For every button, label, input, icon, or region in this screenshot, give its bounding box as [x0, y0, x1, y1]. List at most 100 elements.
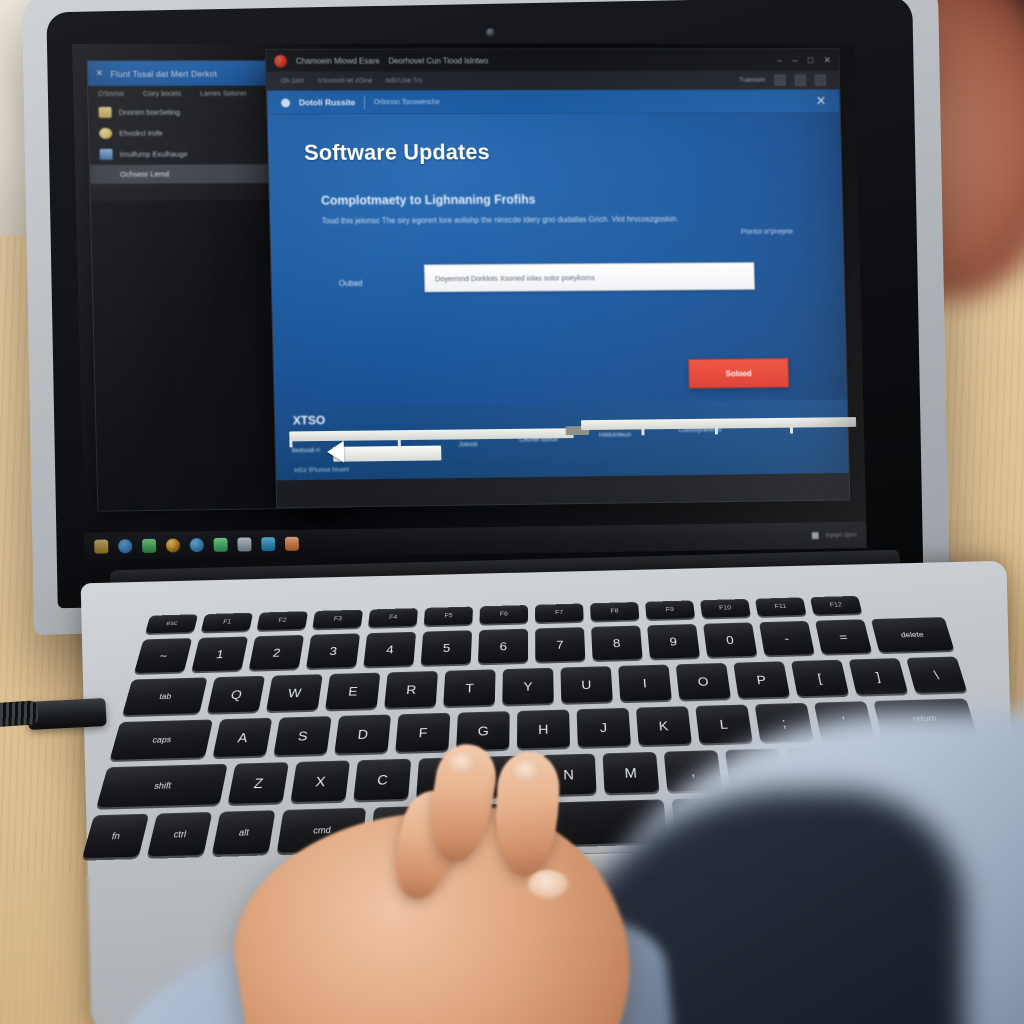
key-cmd-left[interactable]: cmd — [276, 807, 367, 853]
key-v[interactable]: V — [416, 757, 473, 799]
key-i[interactable]: I — [618, 664, 672, 702]
notes-icon[interactable] — [141, 538, 157, 553]
key-2[interactable]: 2 — [248, 634, 305, 670]
close-button[interactable]: ✕ — [824, 55, 831, 66]
key-l[interactable]: L — [695, 704, 753, 744]
maximize-button[interactable]: □ — [808, 55, 813, 66]
key-6[interactable]: 6 — [477, 628, 529, 664]
key-a[interactable]: A — [212, 717, 273, 758]
key-tab[interactable]: tab — [122, 677, 208, 716]
key-f9[interactable]: F9 — [644, 600, 696, 620]
file-explorer-icon[interactable] — [94, 539, 109, 554]
media-icon[interactable] — [165, 537, 181, 553]
key-5[interactable]: 5 — [420, 630, 473, 666]
app-toolbar[interactable]: Oh-1ùm Is'kontorti let zOinø bdD'Lbat Tr… — [266, 70, 840, 91]
key-fn[interactable]: fn — [82, 813, 150, 859]
key-period[interactable]: . — [724, 748, 786, 790]
menu-item-2[interactable]: Lames Sotonel — [200, 91, 246, 98]
key-f6[interactable]: F6 — [479, 605, 529, 625]
key-m[interactable]: M — [602, 751, 660, 794]
key-j[interactable]: J — [576, 707, 631, 747]
key-t[interactable]: T — [443, 669, 496, 707]
toolbar-item-0[interactable]: Oh-1ùm — [281, 78, 304, 85]
key-f[interactable]: F — [395, 712, 451, 753]
key-ctrl[interactable]: ctrl — [146, 811, 213, 857]
option-link[interactable]: Pointol or'pnejete — [741, 229, 793, 236]
key-d[interactable]: D — [334, 714, 392, 754]
key-4[interactable]: 4 — [363, 631, 417, 667]
key-k[interactable]: K — [635, 706, 692, 746]
primary-action-button[interactable]: Soloed — [688, 358, 790, 389]
toolbar-item-1[interactable]: Is'kontorti let zOinø — [318, 77, 373, 84]
key-delete[interactable]: delete — [870, 617, 955, 653]
key-r[interactable]: R — [384, 670, 438, 708]
key-backslash[interactable]: \ — [906, 656, 968, 694]
key-equals[interactable]: = — [814, 619, 873, 654]
key-alt-right[interactable]: alt — [762, 795, 826, 840]
key-f2[interactable]: F2 — [256, 611, 309, 631]
key-7[interactable]: 7 — [535, 627, 586, 662]
key-s[interactable]: S — [273, 716, 332, 756]
key-u[interactable]: U — [560, 666, 613, 703]
folder-icon[interactable] — [284, 536, 300, 551]
key-comma[interactable]: , — [663, 750, 723, 792]
key-f1[interactable]: F1 — [200, 612, 254, 632]
window-icon[interactable] — [237, 536, 252, 552]
key-y[interactable]: Y — [502, 667, 554, 705]
key-f11[interactable]: F11 — [754, 597, 807, 617]
key-8[interactable]: 8 — [591, 625, 643, 661]
key-bracket-left[interactable]: [ — [790, 659, 850, 697]
app-titlebar[interactable]: Chamoein Miowd Esare Deorhovel Cun Tiood… — [266, 49, 839, 72]
settings-icon[interactable] — [189, 537, 204, 552]
key-return[interactable]: return — [873, 698, 978, 739]
key-x[interactable]: X — [290, 760, 351, 803]
system-tray[interactable]: myspri djoro — [812, 532, 857, 540]
key-cmd-right[interactable]: cmd — [671, 796, 761, 842]
key-h[interactable]: H — [516, 709, 571, 749]
key-f10[interactable]: F10 — [699, 598, 751, 618]
key-9[interactable]: 9 — [647, 623, 701, 659]
key-g[interactable]: G — [456, 711, 510, 751]
keyboard[interactable]: esc F1 F2 F3 F4 F5 F6 F7 F8 F9 F10 F11 F… — [82, 592, 1024, 859]
key-q[interactable]: Q — [207, 675, 266, 713]
key-shift-right[interactable]: shift — [847, 743, 980, 787]
key-b[interactable]: B — [478, 755, 534, 797]
minimize-button[interactable]: – — [777, 55, 782, 66]
key-o[interactable]: O — [675, 662, 731, 700]
close-icon[interactable]: ✕ — [96, 68, 104, 79]
key-f3[interactable]: F3 — [312, 609, 364, 629]
key-tilde[interactable]: ~ — [134, 638, 193, 674]
key-3[interactable]: 3 — [306, 633, 361, 669]
toolbar-item-2[interactable]: bdD'Lbat Tro — [386, 77, 422, 84]
key-c[interactable]: C — [353, 758, 412, 801]
key-caps[interactable]: caps — [109, 719, 214, 760]
menu-item-1[interactable]: Coey bockts — [143, 91, 181, 98]
key-alt-left[interactable]: alt — [211, 810, 276, 855]
store-icon[interactable] — [261, 536, 276, 551]
key-minus[interactable]: - — [758, 620, 815, 656]
key-f4[interactable]: F4 — [367, 608, 419, 628]
key-0[interactable]: 0 — [702, 622, 758, 658]
menu-item-0[interactable]: O'boriso — [98, 91, 124, 98]
key-space[interactable]: space — [369, 799, 668, 851]
window-controls[interactable]: – – □ ✕ — [777, 55, 831, 66]
app-window[interactable]: Chamoein Miowd Esare Deorhovel Cun Tiood… — [265, 48, 857, 509]
chart-icon[interactable] — [794, 74, 806, 86]
dialog-close-icon[interactable]: ✕ — [816, 93, 827, 109]
key-f5[interactable]: F5 — [423, 606, 474, 626]
key-f8[interactable]: F8 — [589, 601, 640, 621]
key-quote[interactable]: ' — [813, 701, 875, 741]
key-bracket-right[interactable]: ] — [848, 658, 909, 695]
toolbar-right-group[interactable]: Tuarosim — [739, 74, 826, 86]
alert-icon[interactable] — [774, 74, 786, 86]
key-z[interactable]: Z — [227, 762, 289, 804]
key-1[interactable]: 1 — [191, 636, 249, 672]
restore-button[interactable]: – — [792, 55, 797, 66]
key-arrow-keys[interactable]: arrows — [825, 793, 891, 838]
key-semicolon[interactable]: ; — [754, 702, 814, 742]
key-n[interactable]: N — [541, 753, 597, 796]
key-f7[interactable]: F7 — [535, 603, 584, 623]
key-e[interactable]: E — [325, 672, 381, 710]
key-p[interactable]: P — [733, 661, 791, 699]
key-esc[interactable]: esc — [145, 614, 199, 634]
